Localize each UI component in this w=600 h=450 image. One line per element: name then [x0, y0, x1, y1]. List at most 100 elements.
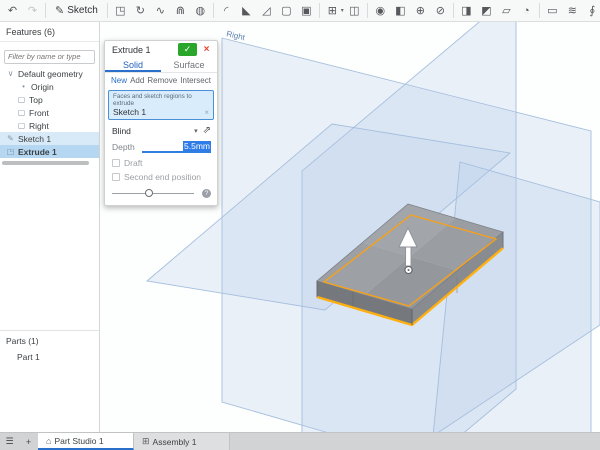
sketch-button[interactable]: ✎ Sketch: [49, 2, 104, 20]
features-panel-title: Features (6): [0, 22, 99, 42]
move-face-icon[interactable]: ◨: [457, 2, 476, 20]
features-panel: Features (6) ∨Default geometry•Origin▢To…: [0, 22, 100, 432]
feature-item-right[interactable]: ▢ Right: [0, 119, 99, 132]
sweep-icon[interactable]: ∿: [151, 2, 170, 20]
offset-surface-icon[interactable]: ▱: [497, 2, 516, 20]
help-icon[interactable]: ?: [202, 189, 211, 198]
feature-item-front[interactable]: ▢ Front: [0, 106, 99, 119]
revolve-icon[interactable]: ↻: [131, 2, 150, 20]
feature-item-label: Extrude 1: [18, 146, 57, 157]
feature-item-top[interactable]: ▢ Top: [0, 93, 99, 106]
selection-value[interactable]: Sketch 1: [113, 107, 204, 117]
mode-remove[interactable]: Remove: [147, 76, 177, 85]
modify-fillet-icon[interactable]: ◔: [517, 2, 536, 20]
tab-manager-icon[interactable]: ☰: [0, 433, 19, 450]
extrude-icon[interactable]: ◳: [111, 2, 130, 20]
redo-icon[interactable]: ↷: [23, 2, 42, 20]
assembly-1-icon: ⊞: [142, 436, 150, 446]
extrude-dialog: Extrude 1 ✓ × Solid Surface New Add Remo…: [104, 40, 218, 206]
delete-face-icon[interactable]: ⊘: [431, 2, 450, 20]
depth-value-selected[interactable]: 5.5mm: [183, 141, 211, 151]
draft-checkbox[interactable]: [112, 159, 120, 167]
boolean-mode-tabs: New Add Remove Intersect: [105, 73, 217, 88]
feature-item-default-geometry[interactable]: ∨ Default geometry: [0, 67, 99, 80]
onshape-app: ↶↷✎Sketch◳↻∿⋒◍◜◣◿▢▣⊞▾◫◉◧⊕⊘◨◩▱◔▭≋∮↝(x)+ R…: [0, 0, 600, 450]
helix-icon[interactable]: ∮: [583, 2, 600, 20]
sketch-icon: ✎: [7, 134, 14, 143]
tab-surface[interactable]: Surface: [161, 58, 217, 72]
sketch-button-label: Sketch: [67, 5, 98, 16]
feature-item-label: Right: [29, 120, 49, 131]
mode-add[interactable]: Add: [130, 76, 144, 85]
toolbar-separator: [318, 3, 320, 18]
chamfer-icon[interactable]: ◣: [237, 2, 256, 20]
fillet-icon[interactable]: ◜: [217, 2, 236, 20]
extrude-icon: ◳: [6, 147, 15, 156]
plane-icon[interactable]: ▭: [543, 2, 562, 20]
linear-pattern-icon[interactable]: ⊞: [323, 2, 342, 20]
chevron-down-icon: ∨: [7, 69, 14, 78]
draft-icon[interactable]: ◿: [257, 2, 276, 20]
opposite-direction-icon[interactable]: ⇗: [203, 125, 211, 136]
document-tab-part-studio-1[interactable]: ⌂ Part Studio 1: [38, 433, 134, 450]
boolean-icon[interactable]: ◉: [371, 2, 390, 20]
feature-toolbar: ↶↷✎Sketch◳↻∿⋒◍◜◣◿▢▣⊞▾◫◉◧⊕⊘◨◩▱◔▭≋∮↝(x)+: [0, 0, 600, 22]
feature-item-label: Default geometry: [18, 68, 83, 79]
hole-icon[interactable]: ▣: [297, 2, 316, 20]
opacity-slider-handle[interactable]: [144, 189, 153, 197]
thicken-icon[interactable]: ◍: [191, 2, 210, 20]
feature-item-sketch-1[interactable]: ✎ Sketch 1: [0, 132, 99, 145]
toolbar-separator: [212, 3, 214, 18]
split-icon[interactable]: ◧: [391, 2, 410, 20]
panel-horizontal-scrollbar[interactable]: [2, 161, 89, 165]
linear-pattern-caret-icon[interactable]: ▾: [341, 7, 344, 14]
chevron-down-icon[interactable]: ▾: [194, 127, 198, 135]
mode-new[interactable]: New: [111, 76, 127, 85]
add-tab-button[interactable]: +: [19, 433, 38, 450]
document-tab-assembly-1[interactable]: ⊞ Assembly 1: [134, 433, 230, 450]
feature-item-label: Sketch 1: [18, 133, 52, 144]
selection-label: Faces and sketch regions to extrude: [113, 93, 192, 107]
plane-icon: ▢: [17, 108, 26, 117]
feature-item-origin[interactable]: • Origin: [0, 80, 99, 93]
undo-icon[interactable]: ↶: [3, 2, 22, 20]
mirror-icon[interactable]: ◫: [345, 2, 364, 20]
parts-section: Parts (1) Part 1: [0, 330, 99, 365]
composite-curve-icon[interactable]: ≋: [563, 2, 582, 20]
mode-intersect[interactable]: Intersect: [180, 76, 211, 85]
confirm-button[interactable]: ✓: [178, 43, 197, 56]
depth-input[interactable]: 5.5mm: [142, 141, 211, 153]
draft-label: Draft: [124, 158, 143, 168]
faces-selection-box[interactable]: Faces and sketch regions to extrude Sket…: [108, 90, 214, 120]
end-type-dropdown[interactable]: Blind: [112, 126, 194, 136]
sketch-icon: ✎: [55, 5, 65, 17]
part-list-item[interactable]: Part 1: [0, 349, 99, 365]
toolbar-separator: [366, 3, 368, 18]
feature-filter-input[interactable]: [4, 49, 95, 64]
document-tab-bar: ☰ + ⌂ Part Studio 1 ⊞ Assembly 1: [0, 432, 600, 450]
plane-icon: ▢: [17, 121, 26, 130]
second-end-checkbox[interactable]: [112, 173, 120, 181]
transform-icon[interactable]: ⊕: [411, 2, 430, 20]
loft-icon[interactable]: ⋒: [171, 2, 190, 20]
origin-icon: •: [22, 82, 25, 91]
toolbar-separator: [452, 3, 454, 18]
feature-item-label: Origin: [31, 81, 54, 92]
part-studio-1-icon: ⌂: [46, 435, 52, 446]
toolbar-separator: [106, 3, 108, 18]
origin-point[interactable]: [404, 265, 413, 275]
tab-solid[interactable]: Solid: [105, 58, 161, 72]
dialog-title: Extrude 1: [112, 44, 151, 55]
close-button[interactable]: ×: [200, 44, 213, 55]
feature-item-label: Top: [29, 94, 43, 105]
opacity-slider[interactable]: [112, 189, 194, 197]
shell-icon[interactable]: ▢: [277, 2, 296, 20]
document-tab-label: Assembly 1: [152, 436, 197, 447]
replace-face-icon[interactable]: ◩: [477, 2, 496, 20]
solid-surface-tabs: Solid Surface: [105, 58, 217, 73]
document-tabs: ⌂ Part Studio 1 ⊞ Assembly 1: [38, 433, 230, 450]
depth-label: Depth: [112, 142, 135, 152]
feature-item-extrude-1[interactable]: ◳ Extrude 1: [0, 145, 99, 158]
remove-selection-icon[interactable]: ×: [204, 108, 210, 117]
document-tab-label: Part Studio 1: [54, 435, 104, 446]
